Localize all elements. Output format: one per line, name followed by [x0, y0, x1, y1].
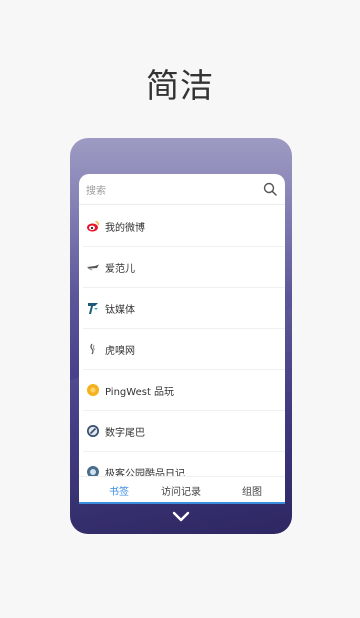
pingwest-icon — [87, 384, 99, 396]
bookmark-label: 爱范儿 — [105, 264, 135, 275]
tab-bookmarks[interactable]: 书签 — [109, 483, 129, 498]
bookmark-item-dgtle[interactable]: 数字尾巴 — [83, 411, 285, 452]
bookmark-item-geekpark[interactable]: 极客公园酷品日记 — [83, 452, 285, 476]
bookmark-item-ifanr[interactable]: 爱范儿 — [83, 247, 285, 288]
chevron-down-icon[interactable] — [171, 510, 191, 524]
bookmark-label: 我的微博 — [105, 223, 145, 234]
geekpark-icon — [87, 466, 99, 476]
bookmark-list: 我的微博 爱范儿 钛媒体 虎嗅网 PingWest 品玩 数字尾巴 极客公园酷品… — [79, 206, 285, 476]
bookmark-item-weibo[interactable]: 我的微博 — [83, 206, 285, 247]
dgtle-icon — [87, 425, 99, 437]
huxiu-icon — [90, 343, 95, 355]
bookmark-label: 极客公园酷品日记 — [105, 469, 185, 476]
bookmark-item-tmtpost[interactable]: 钛媒体 — [83, 288, 285, 329]
bookmark-label: PingWest 品玩 — [105, 387, 175, 398]
search-placeholder: 搜索 — [86, 186, 106, 197]
bookmark-label: 数字尾巴 — [105, 428, 145, 439]
page-headline: 简洁 — [146, 66, 214, 105]
bookmarks-panel: 搜索 我的微博 爱范儿 钛媒体 虎嗅网 PingWest 品玩 数字尾巴 极客公… — [79, 174, 285, 502]
bookmark-item-huxiu[interactable]: 虎嗅网 — [83, 329, 285, 370]
tab-history[interactable]: 访问记录 — [161, 483, 201, 498]
search-bar[interactable]: 搜索 — [79, 174, 285, 205]
bookmark-item-pingwest[interactable]: PingWest 品玩 — [83, 370, 285, 411]
tab-gallery[interactable]: 组图 — [242, 483, 262, 498]
ifanr-icon — [87, 264, 99, 271]
bookmark-label: 钛媒体 — [105, 305, 135, 316]
phone-mockup: 搜索 我的微博 爱范儿 钛媒体 虎嗅网 PingWest 品玩 数字尾巴 极客公… — [70, 138, 292, 534]
tab-bar: 书签 访问记录 组图 — [79, 476, 285, 502]
bookmark-label: 虎嗅网 — [105, 346, 135, 357]
tmtpost-icon — [88, 303, 98, 314]
weibo-icon — [87, 220, 100, 232]
tab-accent-line — [79, 502, 285, 504]
search-icon[interactable] — [263, 182, 277, 196]
